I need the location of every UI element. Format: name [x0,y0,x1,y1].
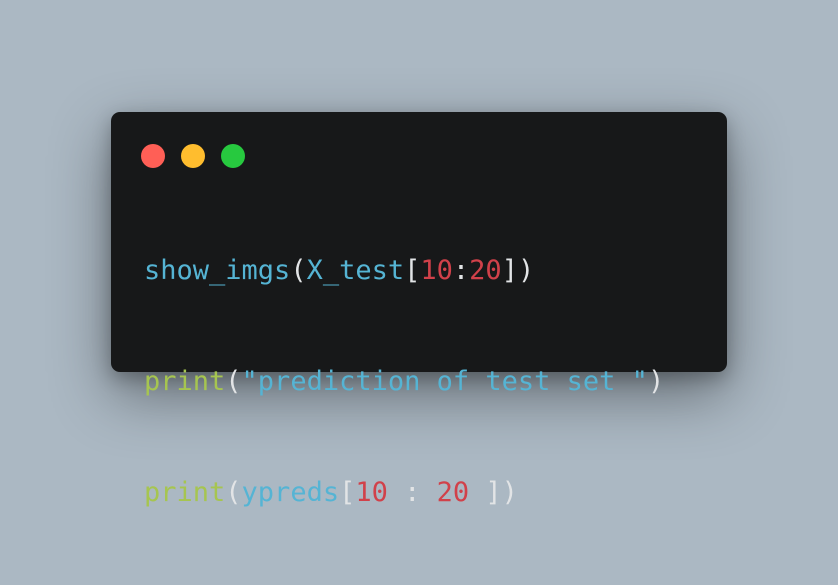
code-token-function: ypreds [241,477,340,508]
code-line: print("prediction of test set ") [144,363,664,400]
code-token-function: X_test [306,255,405,286]
code-token-paren: ( [225,477,242,508]
code-line: show_imgs(X_test[10:20]) [144,252,664,289]
minimize-dot-icon[interactable] [181,144,205,168]
code-block: show_imgs(X_test[10:20]) print("predicti… [144,215,664,585]
code-window: show_imgs(X_test[10:20]) print("predicti… [111,112,727,508]
code-token-paren: : [452,255,470,286]
code-token-paren: ) [647,366,665,397]
code-token-number: 20 [469,255,502,286]
code-token-paren: ]) [501,255,535,286]
code-token-string: "prediction of test set " [241,366,648,397]
code-line: print(ypreds[10 : 20 ]) [144,474,664,511]
close-dot-icon[interactable] [141,144,165,168]
code-token-number: 10 [420,255,453,286]
code-token-paren: ( [225,366,242,397]
code-token-paren: [ [339,477,356,508]
code-token-paren: [ [404,255,421,286]
code-token-builtin: print [144,366,226,397]
code-token-paren: ]) [469,477,518,508]
code-token-paren: : [387,477,437,508]
code-token-number: 20 [436,477,470,508]
window-controls [141,144,245,168]
code-token-function: show_imgs [144,255,291,286]
code-token-paren: ( [290,255,307,286]
code-token-builtin: print [144,477,226,508]
maximize-dot-icon[interactable] [221,144,245,168]
code-token-number: 10 [355,477,388,508]
